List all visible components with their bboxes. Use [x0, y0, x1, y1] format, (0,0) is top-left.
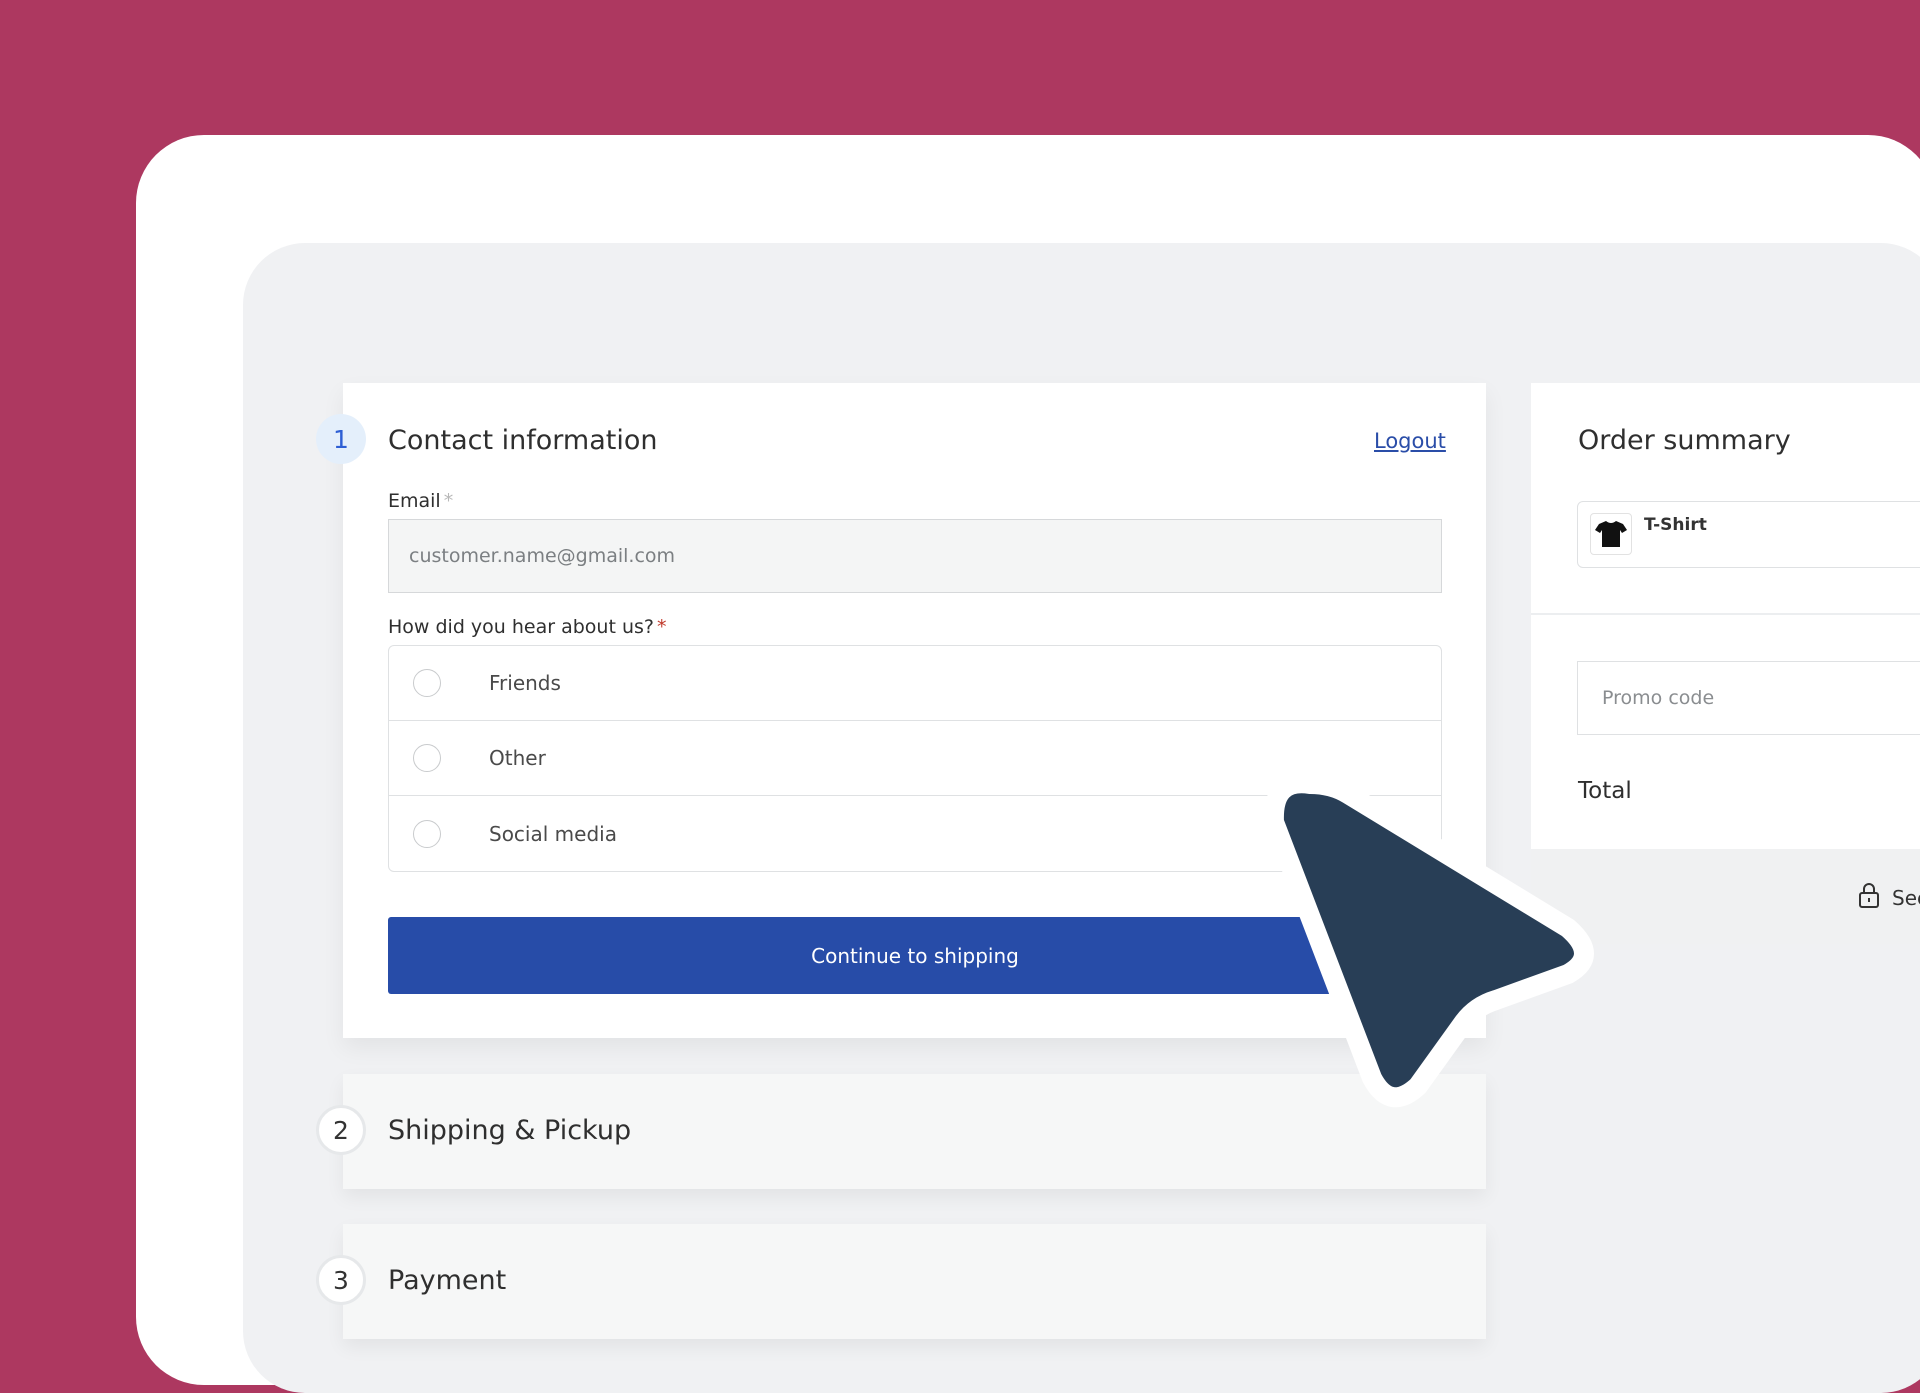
email-label: Email * [388, 490, 453, 512]
step-3-badge: 3 [316, 1255, 366, 1305]
promo-code-input[interactable]: Promo code [1577, 661, 1920, 735]
secure-checkout-note: Sec [1858, 882, 1920, 913]
radio-button[interactable] [413, 669, 441, 697]
order-summary-title: Order summary [1578, 425, 1791, 456]
shipping-pickup-title: Shipping & Pickup [388, 1115, 632, 1146]
radio-option-label: Social media [489, 821, 617, 846]
payment-title: Payment [388, 1265, 507, 1296]
step-1-badge: 1 [316, 414, 366, 464]
order-item: T-Shirt [1577, 501, 1920, 568]
required-mark: * [443, 490, 454, 512]
secure-text: Sec [1892, 885, 1920, 910]
required-mark: * [657, 616, 667, 638]
email-field[interactable]: customer.name@gmail.com [388, 519, 1442, 593]
payment-section[interactable] [343, 1224, 1486, 1339]
radio-button[interactable] [413, 819, 441, 848]
step-2-badge: 2 [316, 1105, 366, 1155]
t-shirt-icon [1590, 513, 1632, 555]
order-item-name: T-Shirt [1644, 515, 1707, 535]
lock-icon [1858, 882, 1880, 913]
divider [1531, 613, 1920, 615]
radio-option-label: Other [489, 746, 546, 770]
radio-button[interactable] [413, 744, 441, 772]
referral-label: How did you hear about us? * [388, 616, 667, 638]
radio-option-friends[interactable]: Friends [389, 646, 1441, 721]
email-label-text: Email [388, 490, 441, 512]
contact-information-title: Contact information [388, 425, 658, 456]
pointer-arrow-icon [1263, 773, 1594, 1108]
radio-option-label: Friends [489, 671, 561, 695]
referral-label-text: How did you hear about us? [388, 616, 654, 638]
